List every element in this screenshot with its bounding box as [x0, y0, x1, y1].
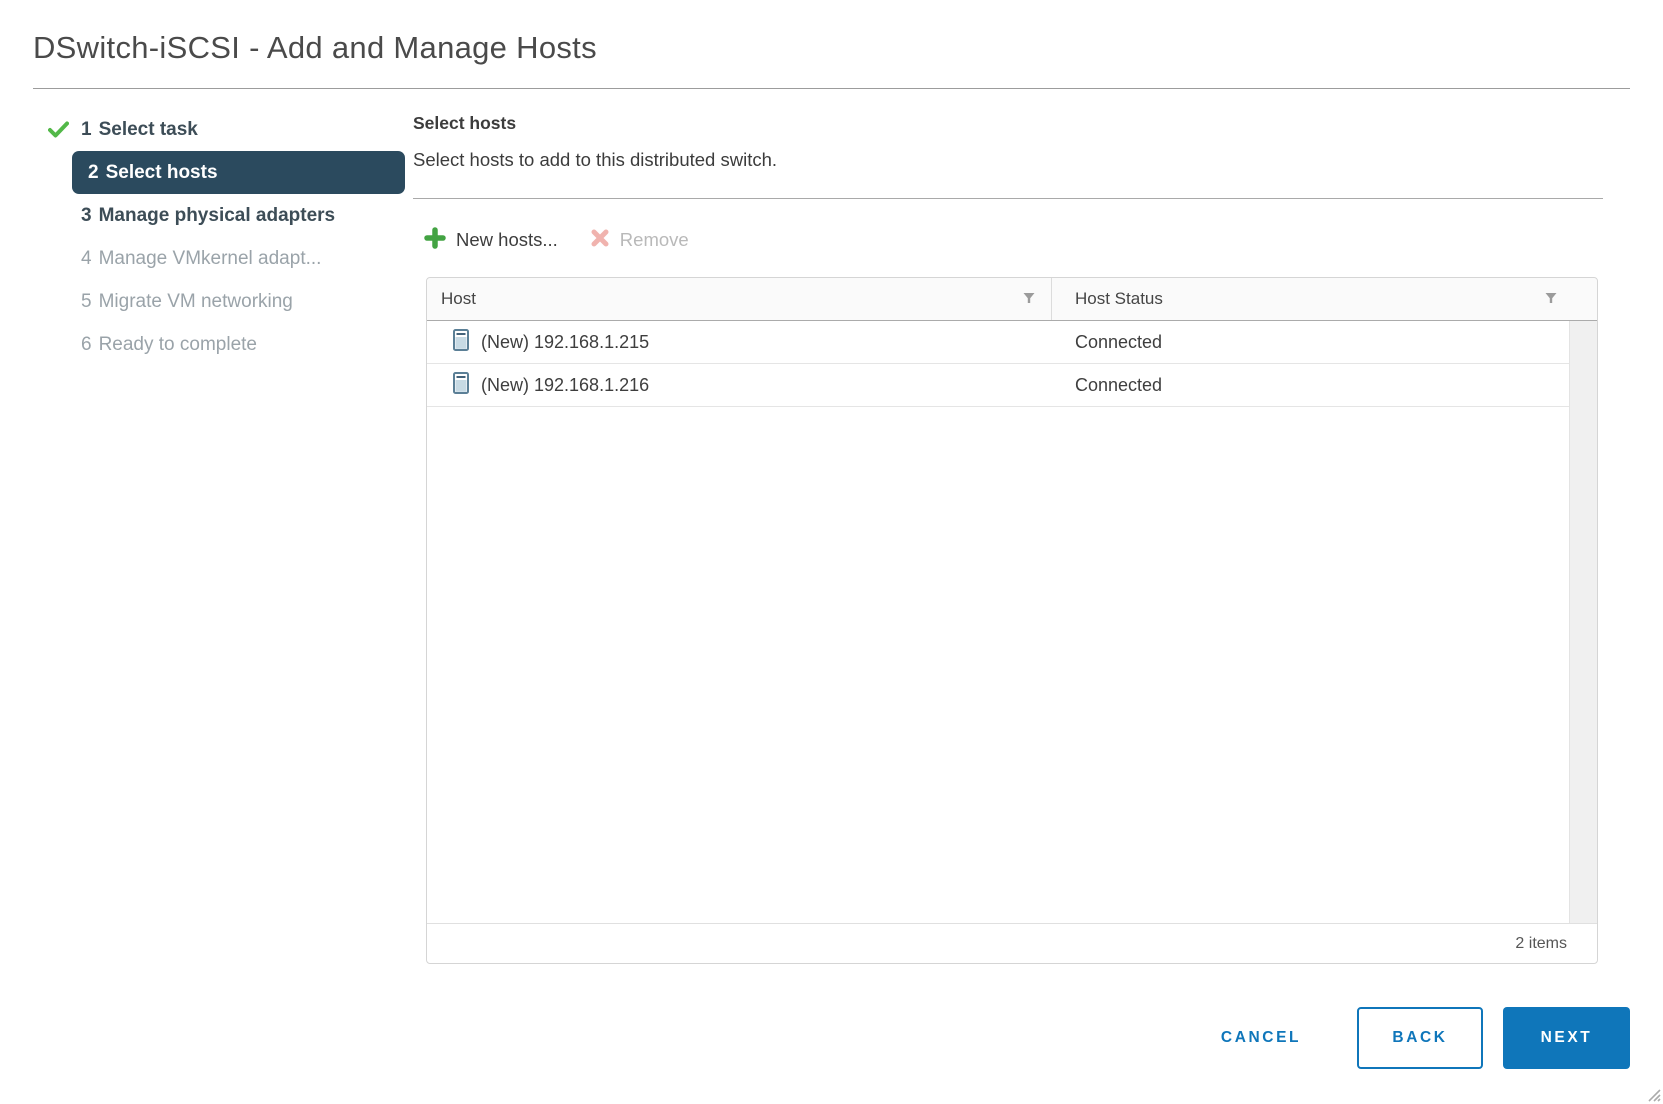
filter-icon[interactable] — [1023, 289, 1035, 309]
section-divider — [413, 198, 1603, 199]
remove-button: Remove — [590, 228, 689, 253]
host-status: Connected — [1075, 374, 1163, 395]
step-label: Select hosts — [105, 161, 218, 183]
add-and-manage-hosts-dialog: DSwitch-iSCSI - Add and Manage Hosts 1 Se… — [0, 0, 1663, 1104]
host-icon — [453, 328, 469, 356]
step-number: 4 — [81, 247, 92, 269]
filter-icon[interactable] — [1545, 289, 1557, 309]
host-icon — [453, 371, 469, 399]
new-hosts-label: New hosts... — [456, 229, 558, 250]
step-label: Ready to complete — [98, 333, 257, 355]
check-icon — [48, 121, 70, 139]
resize-grip-icon[interactable] — [1644, 1085, 1661, 1102]
step-label: Manage physical adapters — [98, 204, 336, 226]
table-header: Host Host Status — [427, 278, 1597, 321]
step-label: Manage VMkernel adapt... — [98, 247, 322, 269]
column-header-host-status[interactable]: Host Status — [1051, 278, 1597, 320]
section-description: Select hosts to add to this distributed … — [413, 149, 778, 170]
title-divider — [33, 88, 1630, 89]
new-hosts-button[interactable]: New hosts... — [424, 226, 558, 254]
step-select-hosts[interactable]: 2 Select hosts — [48, 151, 405, 194]
column-header-host[interactable]: Host — [427, 278, 1051, 320]
step-number: 6 — [81, 333, 92, 355]
step-label: Migrate VM networking — [98, 290, 293, 312]
remove-x-icon — [590, 228, 610, 253]
items-count: 2 items — [1515, 934, 1567, 952]
step-select-task[interactable]: 1 Select task — [48, 108, 405, 151]
table-scrollbar[interactable] — [1569, 321, 1597, 923]
table-footer: 2 items — [427, 923, 1597, 963]
section-title: Select hosts — [413, 113, 517, 133]
step-manage-vmkernel-adapters: 4 Manage VMkernel adapt... — [48, 237, 405, 280]
next-button[interactable]: NEXT — [1503, 1007, 1630, 1069]
step-manage-physical-adapters[interactable]: 3 Manage physical adapters — [48, 194, 405, 237]
step-number: 1 — [81, 118, 92, 140]
plus-icon — [424, 226, 446, 254]
step-label: Select task — [98, 118, 198, 140]
table-row[interactable]: (New) 192.168.1.215 Connected — [427, 321, 1597, 364]
host-name: (New) 192.168.1.215 — [481, 331, 650, 352]
hosts-table: Host Host Status (New) 192.168.1.215 Con… — [426, 277, 1598, 964]
cancel-button[interactable]: CANCEL — [1196, 1007, 1326, 1069]
page-title: DSwitch-iSCSI - Add and Manage Hosts — [33, 30, 597, 65]
step-number: 2 — [88, 161, 99, 183]
step-number: 3 — [81, 204, 92, 226]
step-migrate-vm-networking: 5 Migrate VM networking — [48, 280, 405, 323]
back-button[interactable]: BACK — [1357, 1007, 1483, 1069]
host-name: (New) 192.168.1.216 — [481, 374, 650, 395]
step-ready-to-complete: 6 Ready to complete — [48, 323, 405, 366]
host-status: Connected — [1075, 331, 1163, 352]
remove-label: Remove — [619, 229, 689, 250]
hosts-toolbar: New hosts... Remove — [424, 221, 689, 259]
step-number: 5 — [81, 290, 92, 312]
wizard-step-list: 1 Select task 2 Select hosts 3 Manage physi… — [48, 108, 405, 366]
table-row[interactable]: (New) 192.168.1.216 Connected — [427, 364, 1597, 407]
